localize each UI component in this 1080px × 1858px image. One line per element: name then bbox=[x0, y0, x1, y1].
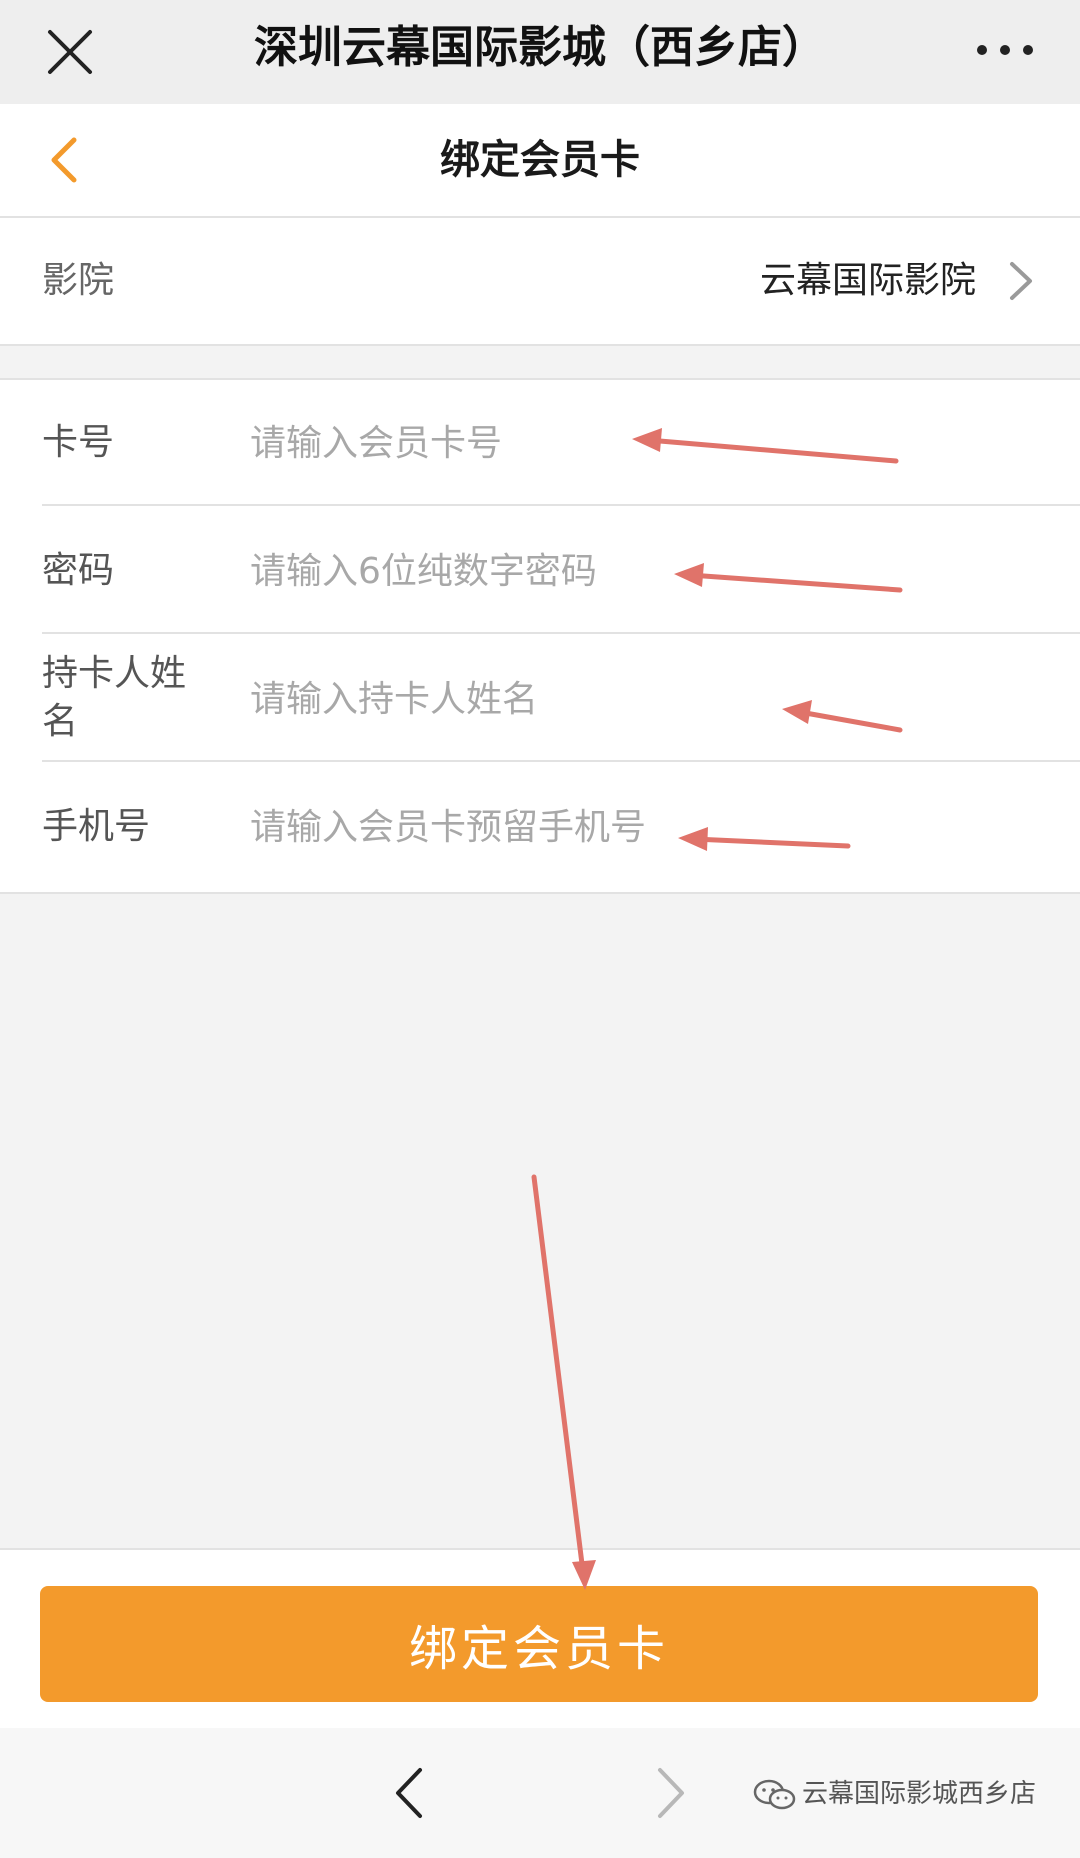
account-watermark: 云幕国际影城西乡店 bbox=[752, 1772, 1036, 1816]
nav-forward-icon[interactable] bbox=[648, 1764, 694, 1822]
cinema-label: 影院 bbox=[42, 260, 115, 301]
bind-card-button[interactable]: 绑定会员卡 bbox=[40, 1586, 1038, 1702]
cinema-selector-row[interactable]: 影院 云幕国际影院 bbox=[0, 218, 1080, 346]
arrow-to-bind-button bbox=[531, 1174, 596, 1590]
card-number-input[interactable] bbox=[250, 406, 830, 480]
phone-label: 手机号 bbox=[42, 806, 151, 847]
page-title: 绑定会员卡 bbox=[440, 137, 640, 183]
holder-name-label: 持卡人姓名 bbox=[42, 653, 187, 742]
holder-name-row: 持卡人姓名 bbox=[0, 636, 1080, 762]
browser-nav-bar: 云幕国际影城西乡店 bbox=[0, 1728, 1080, 1858]
chevron-right-icon bbox=[1010, 262, 1032, 300]
phone-input[interactable] bbox=[250, 790, 830, 864]
window-top-bar: 深圳云幕国际影城（西乡店） bbox=[0, 0, 1080, 104]
row-divider bbox=[42, 760, 1080, 762]
window-title: 深圳云幕国际影城（西乡店） bbox=[254, 22, 826, 73]
action-bar: 绑定会员卡 bbox=[0, 1548, 1080, 1728]
password-row: 密码 bbox=[0, 508, 1080, 634]
member-card-form: 卡号 密码 持卡人姓名 手机号 bbox=[0, 378, 1080, 894]
card-number-label: 卡号 bbox=[42, 422, 115, 463]
watermark-text: 云幕国际影城西乡店 bbox=[802, 1779, 1037, 1809]
chevron-left-icon[interactable] bbox=[36, 130, 96, 190]
more-dots-icon[interactable] bbox=[970, 30, 1040, 70]
close-icon[interactable] bbox=[42, 24, 98, 80]
nav-back-icon[interactable] bbox=[386, 1764, 432, 1822]
password-input[interactable] bbox=[250, 534, 830, 608]
wechat-icon bbox=[753, 1779, 796, 1809]
card-number-row: 卡号 bbox=[0, 380, 1080, 506]
phone-row: 手机号 bbox=[0, 764, 1080, 890]
row-divider bbox=[42, 632, 1080, 634]
page-header: 绑定会员卡 bbox=[0, 104, 1080, 218]
holder-name-input[interactable] bbox=[250, 662, 830, 736]
cinema-value: 云幕国际影院 bbox=[759, 260, 976, 301]
password-label: 密码 bbox=[42, 550, 115, 591]
row-divider bbox=[42, 504, 1080, 506]
